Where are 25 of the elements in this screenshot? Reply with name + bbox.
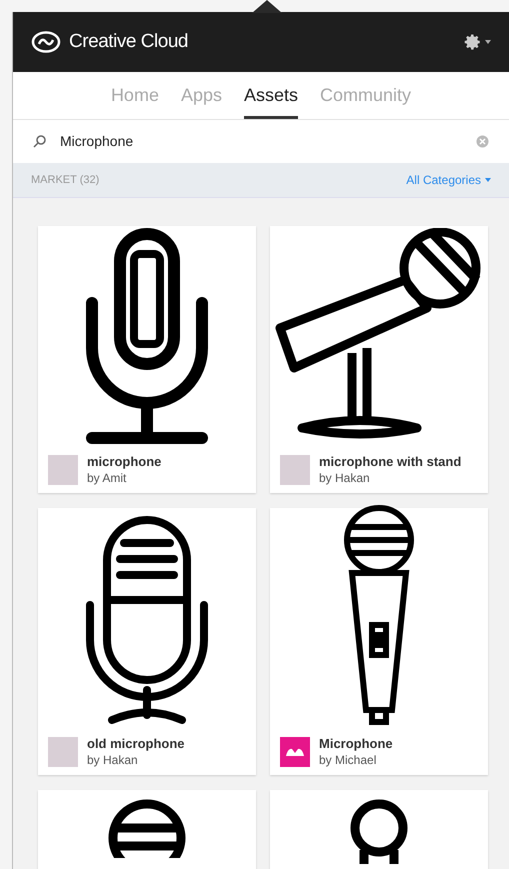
asset-card[interactable]: old microphone by Hakan [38,508,256,775]
asset-author: by Amit [87,470,128,486]
asset-title: old microphone [87,736,184,752]
search-field[interactable]: Microphone [60,131,462,152]
asset-author: by Michael [319,752,378,768]
avatar-photo-placeholder [48,455,78,485]
avatar-photo-placeholder [280,455,310,485]
caret-icon [485,178,491,182]
avatar-photo-placeholder [48,737,78,767]
asset-title: Microphone [319,736,393,752]
settings-button[interactable] [464,33,491,51]
asset-title: microphone with stand [319,454,462,470]
app-title: Creative Cloud [69,30,188,54]
asset-card[interactable]: microphone by Amit [38,226,256,493]
asset-author: by Hakan [319,470,371,486]
asset-title: microphone [87,454,162,470]
market-count: MARKET (32) [31,172,100,188]
avatar-logo-icon [280,737,310,767]
caret-icon [485,40,491,44]
asset-card[interactable]: microphone with stand by Hakan [270,226,488,493]
nav-tab[interactable]: Assets [244,72,298,119]
asset-card[interactable]: Microphone by Michael [270,508,488,775]
creative-cloud-logo-icon [31,31,61,53]
asset-author: by Hakan [87,752,139,768]
search-icon [33,135,46,148]
